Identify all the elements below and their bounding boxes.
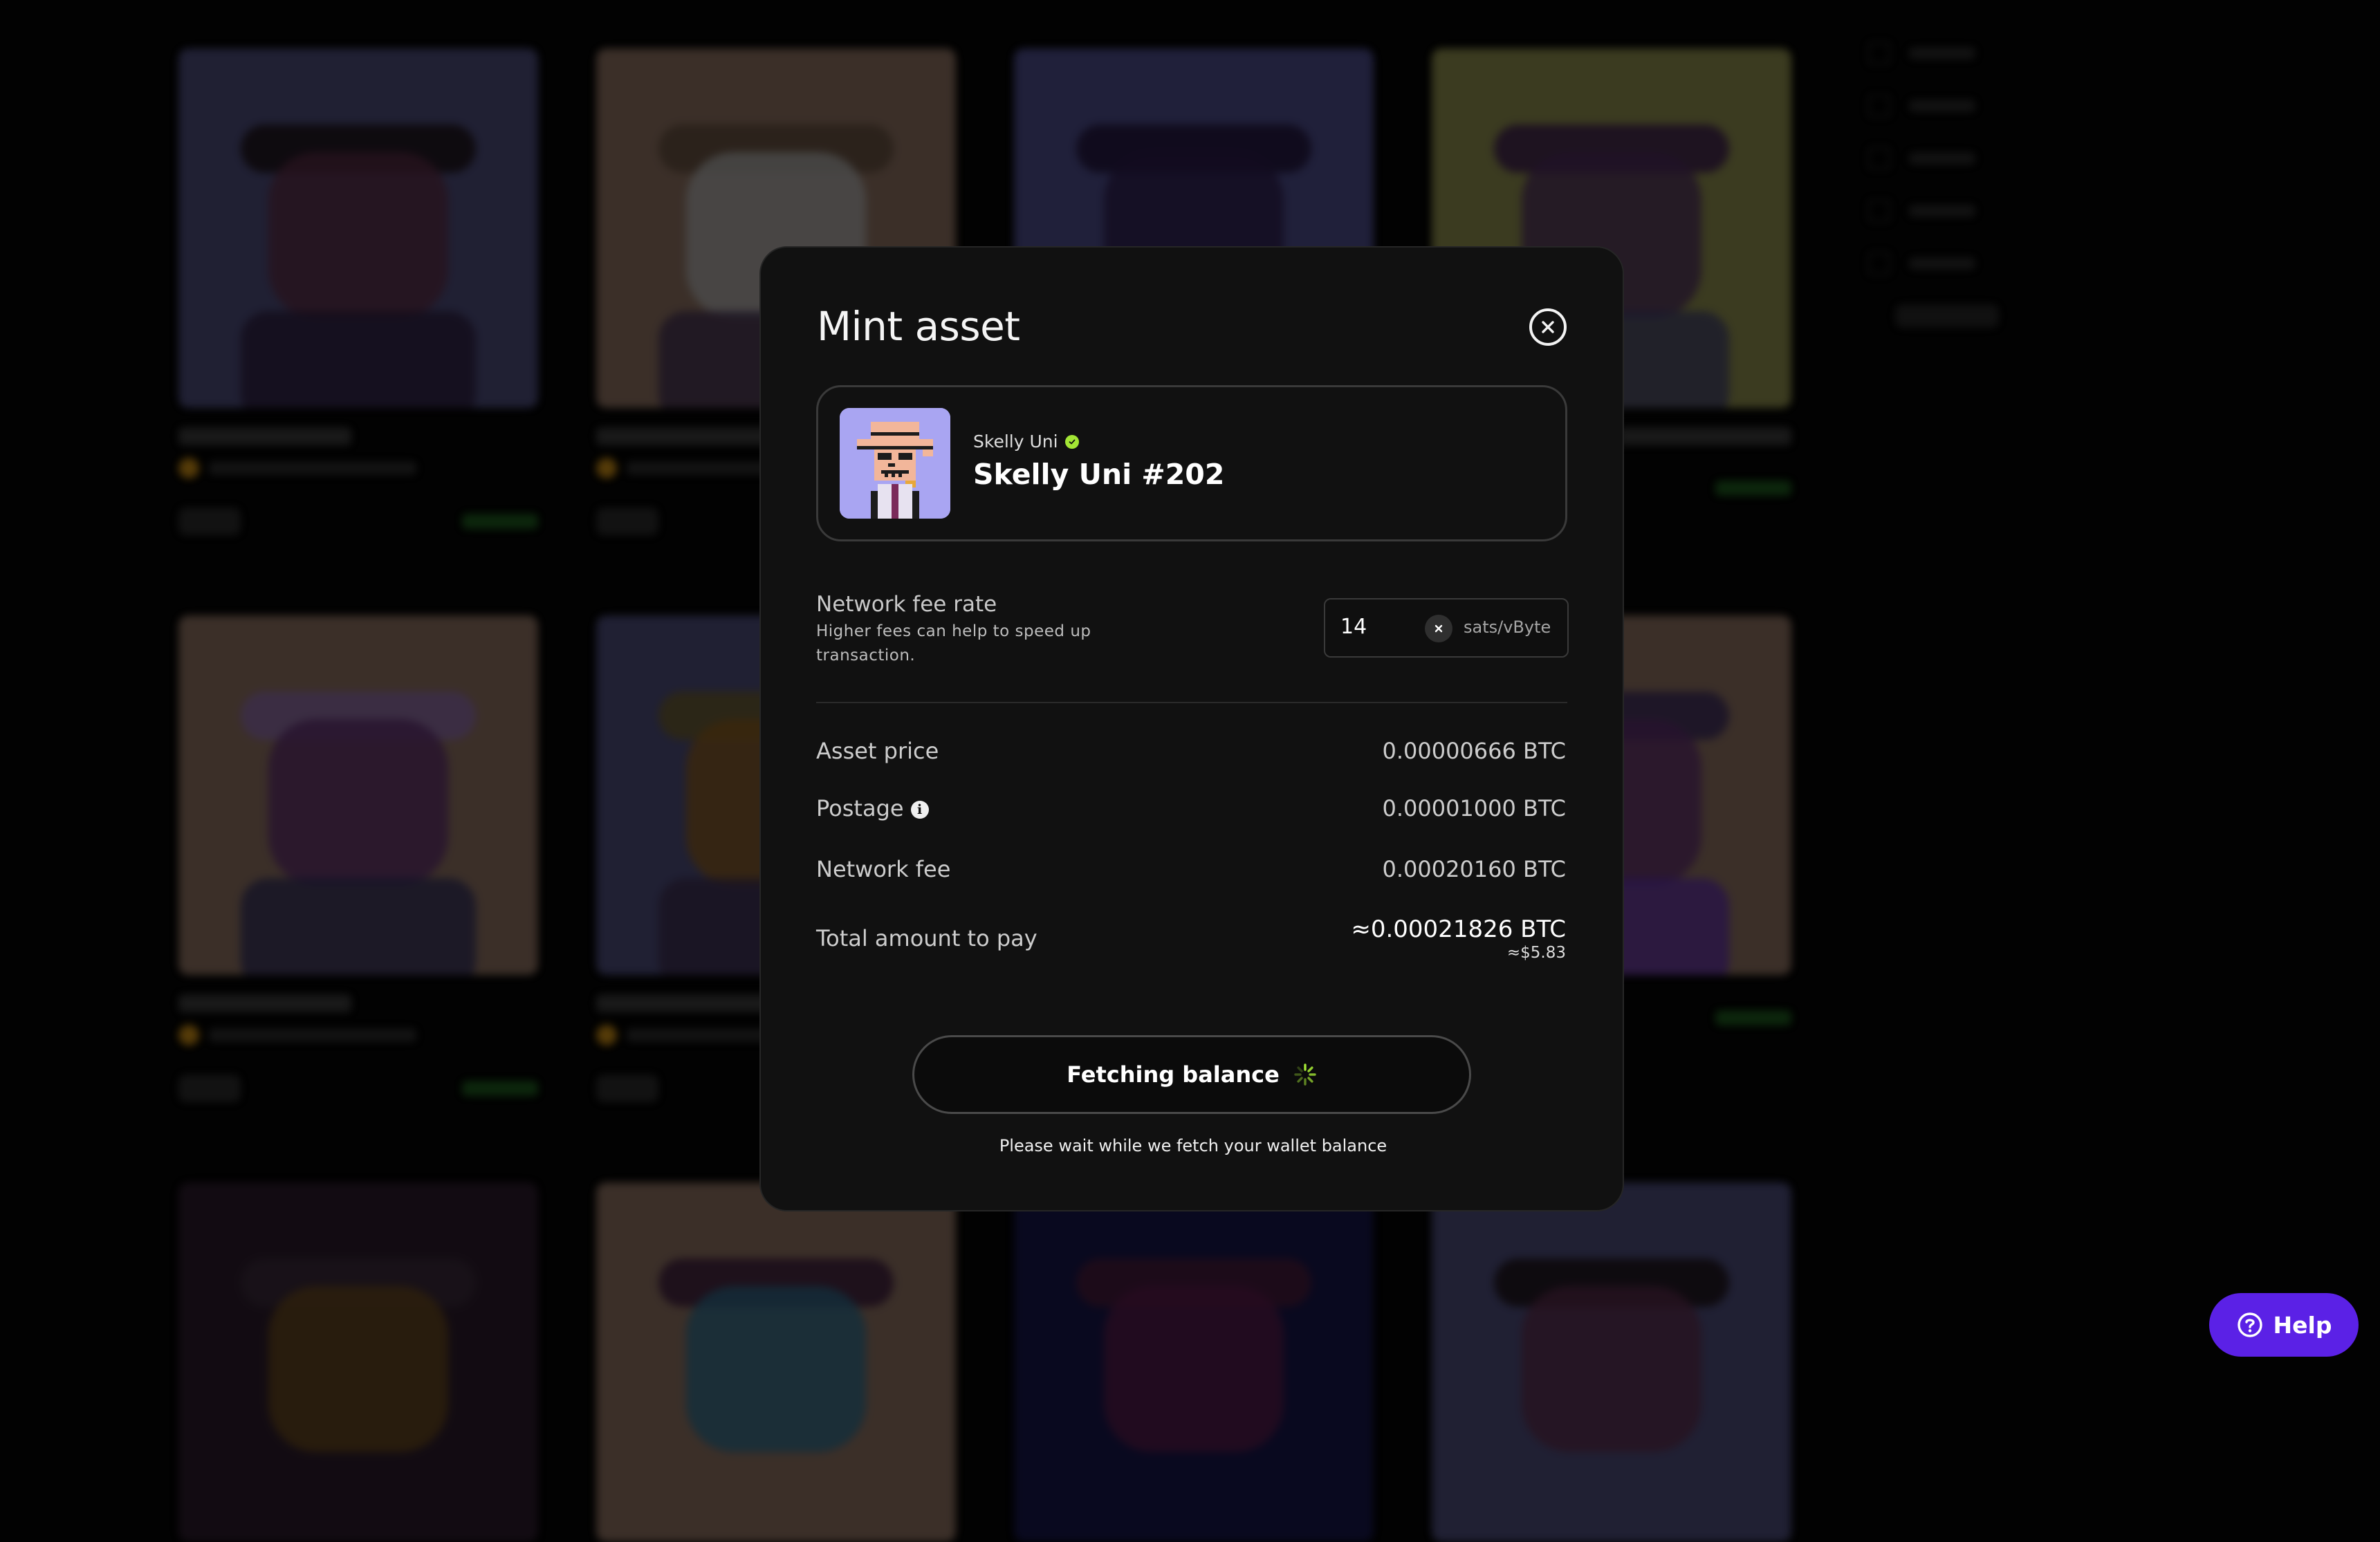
fee-rate-help: Higher fees can help to speed up transac… (816, 622, 1091, 665)
network-fee-label: Network fee (816, 856, 951, 882)
postage-row-label: Postage i (816, 795, 929, 821)
asset-price-label: Asset price (816, 738, 939, 764)
fee-rate-unit: sats/vByte (1464, 617, 1551, 637)
fee-rate-label: Network fee rate (816, 592, 997, 617)
asset-thumbnail (840, 408, 950, 519)
info-icon[interactable]: i (910, 801, 929, 819)
mint-asset-modal: Mint asset Skelly Uni Skelly Uni #202 Ne… (759, 246, 1624, 1211)
gallery-card (178, 1182, 538, 1542)
background-filter-list (1867, 41, 2020, 328)
postage-value: 0.00001000 BTC (1382, 795, 1566, 821)
help-label: Help (2273, 1311, 2332, 1339)
total-usd: ≈$5.83 (1506, 944, 1566, 962)
verified-icon (1064, 434, 1079, 449)
help-button[interactable]: Help (2209, 1293, 2359, 1357)
clear-fee-button[interactable] (1425, 615, 1452, 642)
postage-label: Postage (816, 795, 904, 821)
gallery-card (178, 615, 538, 1102)
asset-name: Skelly Uni #202 (973, 458, 1225, 491)
help-icon (2237, 1312, 2262, 1337)
gallery-card (178, 48, 538, 535)
close-button[interactable] (1529, 308, 1567, 346)
gallery-card (596, 1182, 956, 1542)
wait-message: Please wait while we fetch your wallet b… (999, 1136, 1387, 1155)
total-label: Total amount to pay (816, 925, 1037, 951)
fetching-balance-label: Fetching balance (1067, 1061, 1280, 1088)
divider (816, 702, 1567, 703)
modal-title: Mint asset (817, 303, 1020, 350)
network-fee-value: 0.00020160 BTC (1382, 856, 1566, 882)
total-value: ≈0.00021826 BTC (1351, 916, 1566, 943)
collection-label: Skelly Uni (973, 431, 1058, 452)
fee-rate-value[interactable]: 14 (1340, 615, 1367, 639)
gallery-card (1432, 1182, 1791, 1542)
fee-rate-input[interactable]: 14 sats/vByte (1324, 598, 1569, 658)
asset-card: Skelly Uni Skelly Uni #202 (816, 385, 1567, 541)
gallery-card (1014, 1182, 1374, 1542)
close-icon (1542, 321, 1554, 333)
asset-price-value: 0.00000666 BTC (1382, 738, 1566, 764)
collection-name: Skelly Uni (973, 431, 1079, 452)
spinner-icon (1294, 1063, 1316, 1086)
clear-icon (1435, 624, 1443, 633)
fetching-balance-button[interactable]: Fetching balance (912, 1035, 1471, 1114)
